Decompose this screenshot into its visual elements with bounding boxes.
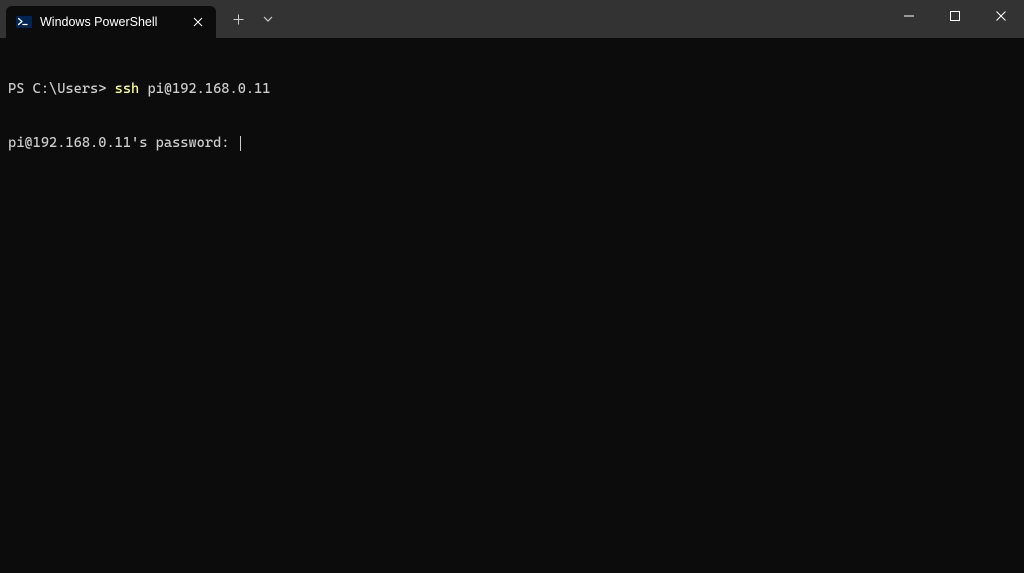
- password-prompt: pi@192.168.0.11's password:: [8, 135, 238, 151]
- maximize-button[interactable]: [932, 0, 978, 32]
- terminal-output[interactable]: PS C:\Users> ssh pi@192.168.0.11 pi@192.…: [0, 38, 1024, 176]
- cursor: [240, 136, 241, 151]
- close-button[interactable]: [978, 0, 1024, 32]
- tab-title: Windows PowerShell: [40, 15, 182, 29]
- tab-dropdown-button[interactable]: [254, 5, 282, 33]
- powershell-icon: [16, 14, 32, 30]
- window-controls: [886, 0, 1024, 32]
- password-prompt-line: pi@192.168.0.11's password:: [8, 134, 1016, 152]
- minimize-button[interactable]: [886, 0, 932, 32]
- command-arg: pi@192.168.0.11: [139, 81, 270, 97]
- command-line: PS C:\Users> ssh pi@192.168.0.11: [8, 80, 1016, 98]
- titlebar: Windows PowerShell: [0, 0, 1024, 38]
- new-tab-button[interactable]: [224, 5, 252, 33]
- tab-area: Windows PowerShell: [0, 0, 282, 38]
- command-keyword: ssh: [115, 81, 140, 97]
- tab-controls: [216, 0, 282, 38]
- tab-close-button[interactable]: [190, 14, 206, 30]
- tab-powershell[interactable]: Windows PowerShell: [6, 6, 216, 38]
- prompt-prefix: PS C:\Users>: [8, 81, 115, 97]
